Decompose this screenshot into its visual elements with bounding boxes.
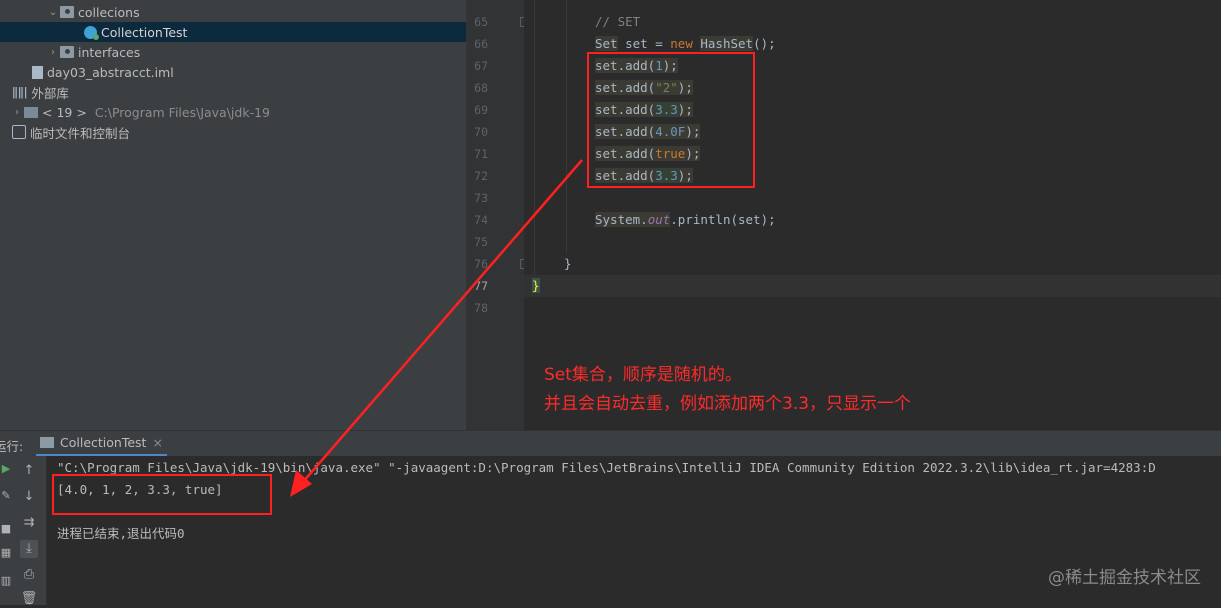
code-line-77: } — [532, 275, 540, 297]
indent-guide — [566, 0, 567, 253]
wrench-icon[interactable]: ✎ — [0, 489, 12, 502]
line-number: 69 — [474, 103, 488, 117]
console-exit-message: 进程已结束,退出代码0 — [57, 526, 185, 541]
tree-item-collecions[interactable]: ⌄ collecions — [0, 2, 466, 22]
indent-guide — [534, 0, 535, 275]
code-line-76: } — [564, 253, 572, 275]
line-number: 71 — [474, 147, 488, 161]
tree-item-label: CollectionTest — [101, 24, 188, 40]
code-type: Set — [595, 36, 618, 51]
tree-item-label: < 19 > — [42, 104, 87, 120]
tree-item-label: collecions — [78, 4, 140, 20]
line-number: 65 — [474, 15, 488, 29]
tree-item-interfaces[interactable]: › interfaces — [0, 42, 466, 62]
line-number: 78 — [474, 301, 488, 315]
line-number: 66 — [474, 37, 488, 51]
chevron-right-icon[interactable]: › — [46, 47, 60, 58]
output-highlight-box — [52, 474, 272, 515]
line-number: 76 — [474, 257, 488, 271]
line-number: 73 — [474, 191, 488, 205]
chevron-down-icon[interactable]: ⌄ — [46, 7, 60, 18]
code-keyword: new — [670, 36, 693, 51]
restore-layout-icon[interactable]: ▦ — [0, 546, 12, 559]
code-text: (); — [753, 36, 776, 51]
tree-item-iml[interactable]: day03_abstracct.iml — [0, 62, 466, 82]
tree-item-label: interfaces — [78, 44, 141, 60]
module-file-icon — [32, 65, 43, 79]
folder-icon — [60, 46, 74, 58]
tree-item-collectiontest[interactable]: CollectionTest — [0, 22, 466, 42]
console-tab-icon — [40, 437, 54, 448]
code-brace: } — [564, 256, 572, 271]
chevron-right-icon[interactable]: › — [10, 107, 24, 118]
line-number: 70 — [474, 125, 488, 139]
tree-item-scratches[interactable]: 临时文件和控制台 — [0, 122, 466, 142]
code-class: System. — [595, 212, 648, 227]
tree-item-jdk[interactable]: › < 19 > C:\Program Files\Java\jdk-19 — [0, 102, 466, 122]
tab-label: CollectionTest — [60, 435, 147, 450]
pin-icon[interactable]: ▥ — [0, 574, 12, 587]
trash-icon[interactable]: 🗑 — [20, 590, 38, 608]
tree-item-external-libraries[interactable]: ǁǁǀ 外部库 — [0, 82, 466, 102]
arrow-down-icon[interactable]: ↓ — [20, 488, 38, 506]
project-tree-panel: ⌄ collecions CollectionTest › interfaces… — [0, 0, 466, 430]
scratch-icon — [12, 125, 26, 139]
code-call: .println(set); — [670, 212, 776, 227]
jdk-path: C:\Program Files\Java\jdk-19 — [94, 104, 270, 120]
tab-collectiontest[interactable]: CollectionTest × — [36, 431, 167, 457]
annotation-note-line1: Set集合，顺序是随机的。 — [544, 365, 742, 385]
stop-icon[interactable]: ■ — [0, 522, 12, 535]
annotation-note-line2: 并且会自动去重，例如添加两个3.3，只显示一个 — [544, 394, 912, 414]
folder-icon — [60, 6, 74, 18]
rerun-icon[interactable]: ▶ — [0, 462, 12, 475]
code-text: set = — [617, 36, 671, 51]
code-brace-matched: } — [532, 278, 540, 293]
code-line-65: // SET — [595, 11, 640, 33]
line-number-current: 77 — [474, 279, 488, 293]
library-icon: ǁǁǀ — [12, 85, 28, 99]
line-number: 67 — [474, 59, 488, 73]
line-number: 75 — [474, 235, 488, 249]
tree-item-label: 外部库 — [31, 85, 69, 101]
scroll-to-end-icon[interactable]: ⤓ — [20, 540, 38, 558]
watermark: @稀土掘金技术社区 — [1048, 568, 1201, 588]
line-number: 72 — [474, 169, 488, 183]
annotation-highlight-box — [587, 52, 755, 188]
tree-item-label: day03_abstracct.iml — [47, 64, 174, 80]
close-icon[interactable]: × — [152, 435, 162, 450]
jdk-icon — [24, 106, 38, 118]
tree-item-label: 临时文件和控制台 — [30, 125, 131, 141]
code-comment: // SET — [595, 14, 641, 29]
run-toolbar: ↑ ↓ ⇉ ⤓ ⎙ 🗑 — [12, 456, 47, 608]
run-tool-window-header: 运行: CollectionTest × — [0, 430, 1221, 457]
code-line-74: System.out.println(set); — [595, 209, 776, 231]
run-label: 运行: — [0, 439, 24, 454]
current-line-highlight — [524, 275, 1221, 297]
code-class: HashSet — [700, 36, 754, 51]
line-number-gutter: 65 66 67 68 69 70 71 72 73 74 75 76 77 7… — [466, 0, 530, 430]
print-icon[interactable]: ⎙ — [20, 566, 38, 584]
arrow-up-icon[interactable]: ↑ — [20, 462, 38, 480]
run-side-strip: ▶ ✎ ■ ▦ ▥ — [0, 456, 12, 605]
line-number: 68 — [474, 81, 488, 95]
line-number: 74 — [474, 213, 488, 227]
java-class-icon — [84, 25, 99, 40]
code-field: out — [647, 212, 671, 227]
soft-wrap-icon[interactable]: ⇉ — [20, 514, 38, 532]
